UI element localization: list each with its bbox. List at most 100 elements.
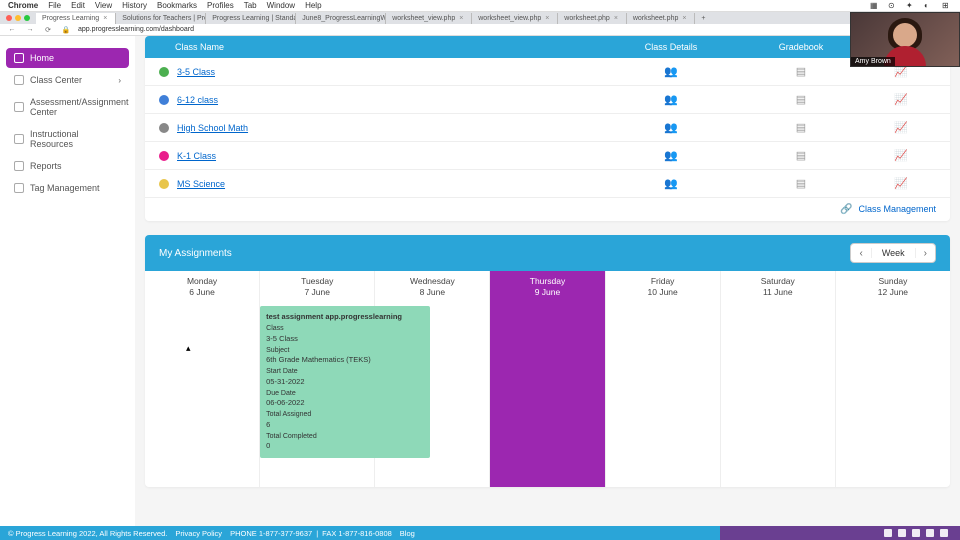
mac-menu-item[interactable]: History <box>122 1 147 10</box>
mac-menu-item[interactable]: View <box>95 1 112 10</box>
mac-menu-item[interactable]: Help <box>305 1 321 10</box>
maximize-window-icon[interactable] <box>24 15 30 21</box>
gradebook-icon[interactable]: ▤ <box>796 122 806 134</box>
sidebar-label: Reports <box>30 161 62 171</box>
chart-icon[interactable]: 📈 <box>894 150 908 162</box>
browser-tab[interactable]: worksheet.php× <box>627 13 696 24</box>
close-tab-icon[interactable]: × <box>459 15 465 21</box>
next-period-button[interactable]: › <box>916 248 935 259</box>
mac-menu-item[interactable]: File <box>48 1 61 10</box>
browser-tab[interactable]: Progress Learning | Standard× <box>206 13 296 24</box>
close-tab-icon[interactable]: × <box>545 15 551 21</box>
browser-tab[interactable]: worksheet.php× <box>558 13 627 24</box>
copyright-text: © Progress Learning 2022, All Rights Res… <box>8 529 167 538</box>
logo-fragment <box>6 40 129 48</box>
sidebar-label: Instructional Resources <box>30 129 121 149</box>
back-button[interactable]: ← <box>6 26 18 33</box>
sidebar-item-home[interactable]: Home <box>6 48 129 68</box>
gradebook-icon[interactable]: ▤ <box>796 66 806 78</box>
privacy-link[interactable]: Privacy Policy <box>175 529 222 538</box>
calendar-day-column[interactable] <box>606 302 721 487</box>
browser-tab[interactable]: Solutions for Teachers | Prog× <box>116 13 206 24</box>
tab-label: worksheet_view.php <box>478 15 541 22</box>
field-value: 0 <box>266 441 424 451</box>
sidebar-item-tag-management[interactable]: Tag Management <box>6 178 129 198</box>
class-name-link[interactable]: K-1 Class <box>177 151 606 161</box>
mac-menu-item[interactable]: Bookmarks <box>157 1 197 10</box>
prev-period-button[interactable]: ‹ <box>851 248 870 259</box>
class-details-icon[interactable]: 👥 <box>664 122 678 134</box>
chart-icon[interactable]: 📈 <box>894 178 908 190</box>
webcam-overlay: Amy Brown <box>850 12 960 67</box>
calendar-day-column[interactable] <box>836 302 950 487</box>
assignment-card[interactable]: test assignment app.progresslearningClas… <box>260 306 430 458</box>
close-window-icon[interactable] <box>6 15 12 21</box>
day-of-week: Wednesday <box>410 276 455 286</box>
mac-menu-item[interactable]: Profiles <box>207 1 234 10</box>
calendar-day-header: Monday6 June <box>145 271 260 302</box>
mac-menu-item[interactable]: Edit <box>71 1 85 10</box>
mac-app-name: Chrome <box>8 1 38 10</box>
browser-tab[interactable]: worksheet_view.php× <box>386 13 472 24</box>
status-icon: ⊙ <box>888 1 898 11</box>
close-tab-icon[interactable]: × <box>103 15 109 21</box>
twitter-icon[interactable] <box>912 529 920 537</box>
blog-link[interactable]: Blog <box>400 529 415 538</box>
browser-tab[interactable]: June8_ProgressLearningWe× <box>296 13 386 24</box>
mac-menu-item[interactable]: Window <box>267 1 295 10</box>
day-date: 7 June <box>260 287 374 297</box>
tab-label: Progress Learning <box>42 15 99 22</box>
address-bar: ← → ⟳ 🔒 app.progresslearning.com/dashboa… <box>0 24 960 36</box>
minimize-window-icon[interactable] <box>15 15 21 21</box>
mac-menu-item[interactable]: Tab <box>244 1 257 10</box>
sidebar-item-assessment[interactable]: Assessment/Assignment Center <box>6 92 129 122</box>
gradebook-icon[interactable]: ▤ <box>796 178 806 190</box>
sidebar-item-class-center[interactable]: Class Center › <box>6 70 129 90</box>
class-details-icon[interactable]: 👥 <box>664 178 678 190</box>
chart-icon[interactable]: 📈 <box>894 94 908 106</box>
tab-label: June8_ProgressLearningWe <box>302 15 386 22</box>
chart-icon[interactable]: 📈 <box>894 122 908 134</box>
col-class-name: Class Name <box>159 42 606 52</box>
class-details-icon[interactable]: 👥 <box>664 94 678 106</box>
gradebook-icon[interactable]: ▤ <box>796 150 806 162</box>
instagram-icon[interactable] <box>940 529 948 537</box>
sidebar-item-reports[interactable]: Reports <box>6 156 129 176</box>
calendar-day-header: Thursday9 June <box>490 271 605 302</box>
calendar-day-column[interactable] <box>145 302 260 487</box>
class-name-link[interactable]: MS Science <box>177 179 606 189</box>
sidebar-item-resources[interactable]: Instructional Resources <box>6 124 129 154</box>
assignments-header: My Assignments ‹ Week › <box>145 235 950 271</box>
reload-button[interactable]: ⟳ <box>42 26 54 34</box>
social-icon[interactable] <box>884 529 892 537</box>
calendar-day-column[interactable] <box>490 302 605 487</box>
class-name-link[interactable]: 3-5 Class <box>177 67 606 77</box>
class-row: 3-5 Class 👥 ▤ 📈 <box>145 58 950 86</box>
calendar-day-column[interactable] <box>721 302 836 487</box>
resources-icon <box>14 134 24 144</box>
browser-tab[interactable]: Progress Learning × <box>36 13 116 24</box>
new-tab-button[interactable]: + <box>695 15 711 22</box>
url-text[interactable]: app.progresslearning.com/dashboard <box>78 26 936 33</box>
field-label: Class <box>266 324 424 333</box>
class-name-link[interactable]: 6-12 class <box>177 95 606 105</box>
youtube-icon[interactable] <box>926 529 934 537</box>
class-management-link[interactable]: Class Management <box>858 204 936 214</box>
calendar-day-header: Sunday12 June <box>836 271 950 302</box>
class-name-link[interactable]: High School Math <box>177 123 606 133</box>
facebook-icon[interactable] <box>898 529 906 537</box>
class-details-icon[interactable]: 👥 <box>664 150 678 162</box>
phone-text: PHONE 1-877-377-9637 <box>230 529 312 538</box>
chart-icon[interactable]: 📈 <box>894 66 908 78</box>
fax-text: FAX 1-877-816-0808 <box>322 529 392 538</box>
presenter-name: Amy Brown <box>851 57 895 66</box>
class-details-icon[interactable]: 👥 <box>664 66 678 78</box>
field-value: 6th Grade Mathematics (TEKS) <box>266 355 424 365</box>
close-tab-icon[interactable]: × <box>682 15 688 21</box>
gradebook-icon[interactable]: ▤ <box>796 94 806 106</box>
close-tab-icon[interactable]: × <box>614 15 620 21</box>
window-controls[interactable] <box>0 15 36 21</box>
calendar-day-column[interactable]: test assignment app.progresslearningClas… <box>260 302 375 487</box>
forward-button[interactable]: → <box>24 26 36 33</box>
browser-tab[interactable]: worksheet_view.php × <box>472 13 558 24</box>
